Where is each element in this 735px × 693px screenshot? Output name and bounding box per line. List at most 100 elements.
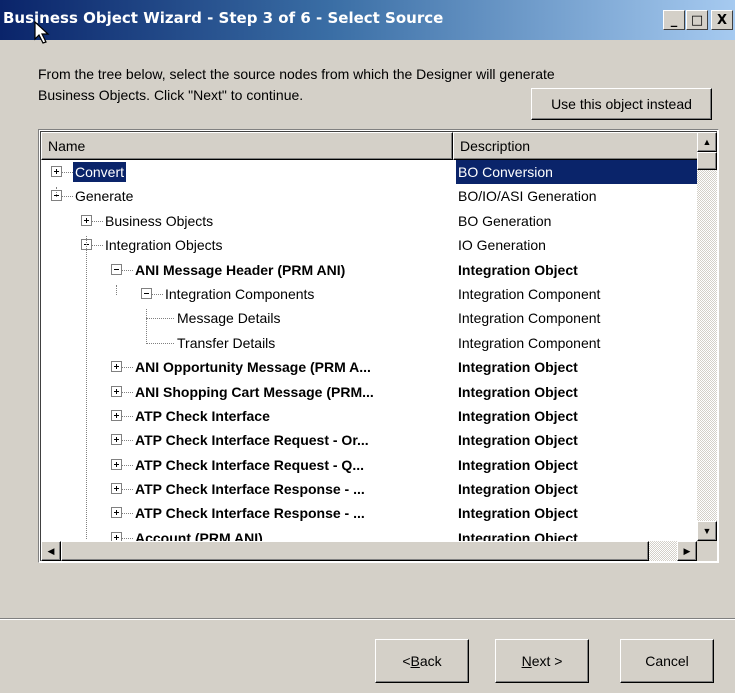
horizontal-scroll-thumb[interactable] [61, 541, 649, 561]
tree-row[interactable]: ATP Check Interface Request - Q... Integr… [41, 453, 696, 477]
tree-guide-line [146, 309, 147, 344]
collapse-minus-icon[interactable] [141, 287, 152, 299]
tree-row-description: Integration Component [458, 334, 601, 351]
tree-row-name-cell: Transfer Details [41, 331, 453, 355]
tree-row-name-cell: Message Details [41, 306, 453, 330]
tree-row-name-cell: ATP Check Interface [41, 404, 453, 428]
vertical-scrollbar[interactable]: ▲ ▼ [697, 132, 717, 541]
tree-connector [121, 489, 133, 491]
use-this-object-button[interactable]: Use this object instead [531, 88, 712, 120]
tree-row[interactable]: ATP Check Interface Response - ... Integr… [41, 477, 696, 501]
tree-row[interactable]: ATP Check Interface Integration Object [41, 404, 696, 428]
tree-row[interactable]: Integration Components Integration Compon… [41, 282, 696, 306]
mouse-cursor-icon [34, 21, 50, 44]
tree-row-label: Integration Objects [105, 237, 223, 254]
tree-row-description: Integration Object [458, 432, 578, 449]
tree-row-description: Integration Object [458, 407, 578, 424]
tree-row-description: Integration Object [458, 261, 578, 278]
tree-row-label: Convert [73, 162, 127, 182]
scroll-down-arrow-icon[interactable]: ▼ [697, 521, 717, 541]
vertical-scroll-thumb[interactable] [697, 152, 717, 170]
window-title: Business Object Wizard - Step 3 of 6 - S… [3, 9, 444, 27]
expand-plus-icon[interactable] [111, 409, 122, 421]
tree-row-name-cell: ATP Check Interface Request - Q... [41, 453, 453, 477]
tree-row-name-cell: Integration Objects [41, 233, 453, 257]
tree-row[interactable]: ATP Check Interface Response - ... Integr… [41, 501, 696, 525]
instructions-line-1: From the tree below, select the source n… [38, 66, 555, 82]
tree-row-label: ANI Shopping Cart Message (PRM... [135, 383, 374, 400]
tree-connector [121, 440, 133, 442]
tree-row-description: Integration Component [458, 310, 601, 327]
tree-row-label: Generate [75, 188, 134, 205]
tree-row-label: ATP Check Interface Request - Q... [135, 456, 364, 473]
tree-row-label: Business Objects [105, 212, 214, 229]
expand-plus-icon[interactable] [111, 507, 122, 519]
tree-connector [91, 220, 103, 222]
divider [0, 618, 735, 620]
tree-connector [146, 318, 174, 320]
tree-row-name-cell: ATP Check Interface Request - Or... [41, 428, 453, 452]
tree-row-label: ATP Check Interface Request - Or... [135, 432, 369, 449]
tree-row[interactable]: ANI Shopping Cart Message (PRM... Integra… [41, 380, 696, 404]
tree-row-description: Integration Component [458, 285, 601, 302]
tree-header: Name Description [41, 132, 700, 160]
expand-plus-icon[interactable] [111, 361, 122, 373]
expand-plus-icon[interactable] [51, 166, 62, 177]
scroll-left-arrow-icon[interactable]: ◀ [41, 541, 61, 561]
tree-connector [121, 464, 133, 466]
tree-row[interactable]: ATP Check Interface Request - Or... Integ… [41, 428, 696, 452]
tree-row-description: Integration Object [458, 456, 578, 473]
tree-row[interactable]: Generate BO/IO/ASI Generation [41, 184, 696, 208]
tree-row-description: BO/IO/ASI Generation [458, 188, 597, 205]
tree-row-name-cell: Convert [41, 160, 453, 184]
tree-row-description: BO Conversion [456, 160, 703, 185]
tree-row-name-cell: ANI Message Header (PRM ANI) [41, 258, 453, 282]
tree-row[interactable]: Business Objects BO Generation [41, 209, 696, 233]
tree-connector [121, 513, 133, 515]
tree-row[interactable]: ANI Opportunity Message (PRM A... Integra… [41, 355, 696, 379]
expand-plus-icon[interactable] [111, 458, 122, 470]
tree-row[interactable]: Integration Objects IO Generation [41, 233, 696, 257]
close-button[interactable]: X [711, 10, 733, 30]
tree-row-description: Integration Object [458, 505, 578, 522]
expand-plus-icon[interactable] [111, 434, 122, 446]
tree-row-description: Integration Object [458, 481, 578, 498]
scroll-up-arrow-icon[interactable]: ▲ [697, 132, 717, 152]
title-bar[interactable]: Business Object Wizard - Step 3 of 6 - S… [0, 0, 735, 44]
expand-plus-icon[interactable] [81, 214, 92, 226]
column-header-name[interactable]: Name [41, 132, 453, 160]
maximize-button[interactable]: □ [686, 10, 708, 30]
tree-connector [121, 391, 133, 393]
tree-row-label: Message Details [177, 310, 281, 327]
tree-guide-line [116, 285, 117, 295]
expand-plus-icon[interactable] [111, 385, 122, 397]
next-button[interactable]: Next > [495, 639, 589, 683]
source-tree[interactable]: Name Description Convert BO Conversion Gen… [38, 129, 719, 563]
tree-connector [91, 245, 103, 247]
tree-row[interactable]: ANI Message Header (PRM ANI) Integration … [41, 258, 696, 282]
tree-row[interactable]: Transfer Details Integration Component [41, 331, 696, 355]
tree-row-label: ATP Check Interface [135, 407, 270, 424]
tree-row-label: ATP Check Interface Response - ... [135, 505, 365, 522]
tree-row[interactable]: Message Details Integration Component [41, 306, 696, 330]
tree-row-label: ANI Opportunity Message (PRM A... [135, 359, 371, 376]
tree-row-label: ANI Message Header (PRM ANI) [135, 261, 346, 278]
collapse-minus-icon[interactable] [111, 263, 122, 275]
tree-connector [151, 293, 163, 295]
tree-rows: Convert BO Conversion Generate BO/IO/ASI Ge… [41, 160, 703, 550]
tree-row-name-cell: Generate [41, 184, 453, 208]
tree-connector [121, 269, 133, 271]
column-header-description[interactable]: Description [453, 132, 700, 160]
cancel-button[interactable]: Cancel [620, 639, 714, 683]
scroll-right-arrow-icon[interactable]: ▶ [677, 541, 697, 561]
expand-plus-icon[interactable] [111, 483, 122, 495]
tree-guide-line [56, 187, 57, 198]
back-button[interactable]: < Back [375, 639, 469, 683]
minimize-button[interactable]: _ [663, 10, 685, 30]
horizontal-scrollbar[interactable]: ◀ ▶ [41, 541, 697, 561]
tree-row[interactable]: Convert BO Conversion [41, 160, 703, 185]
tree-row-description: Integration Object [458, 359, 578, 376]
tree-connector [61, 196, 73, 198]
tree-connector [146, 342, 174, 344]
tree-row-label: ATP Check Interface Response - ... [135, 481, 365, 498]
